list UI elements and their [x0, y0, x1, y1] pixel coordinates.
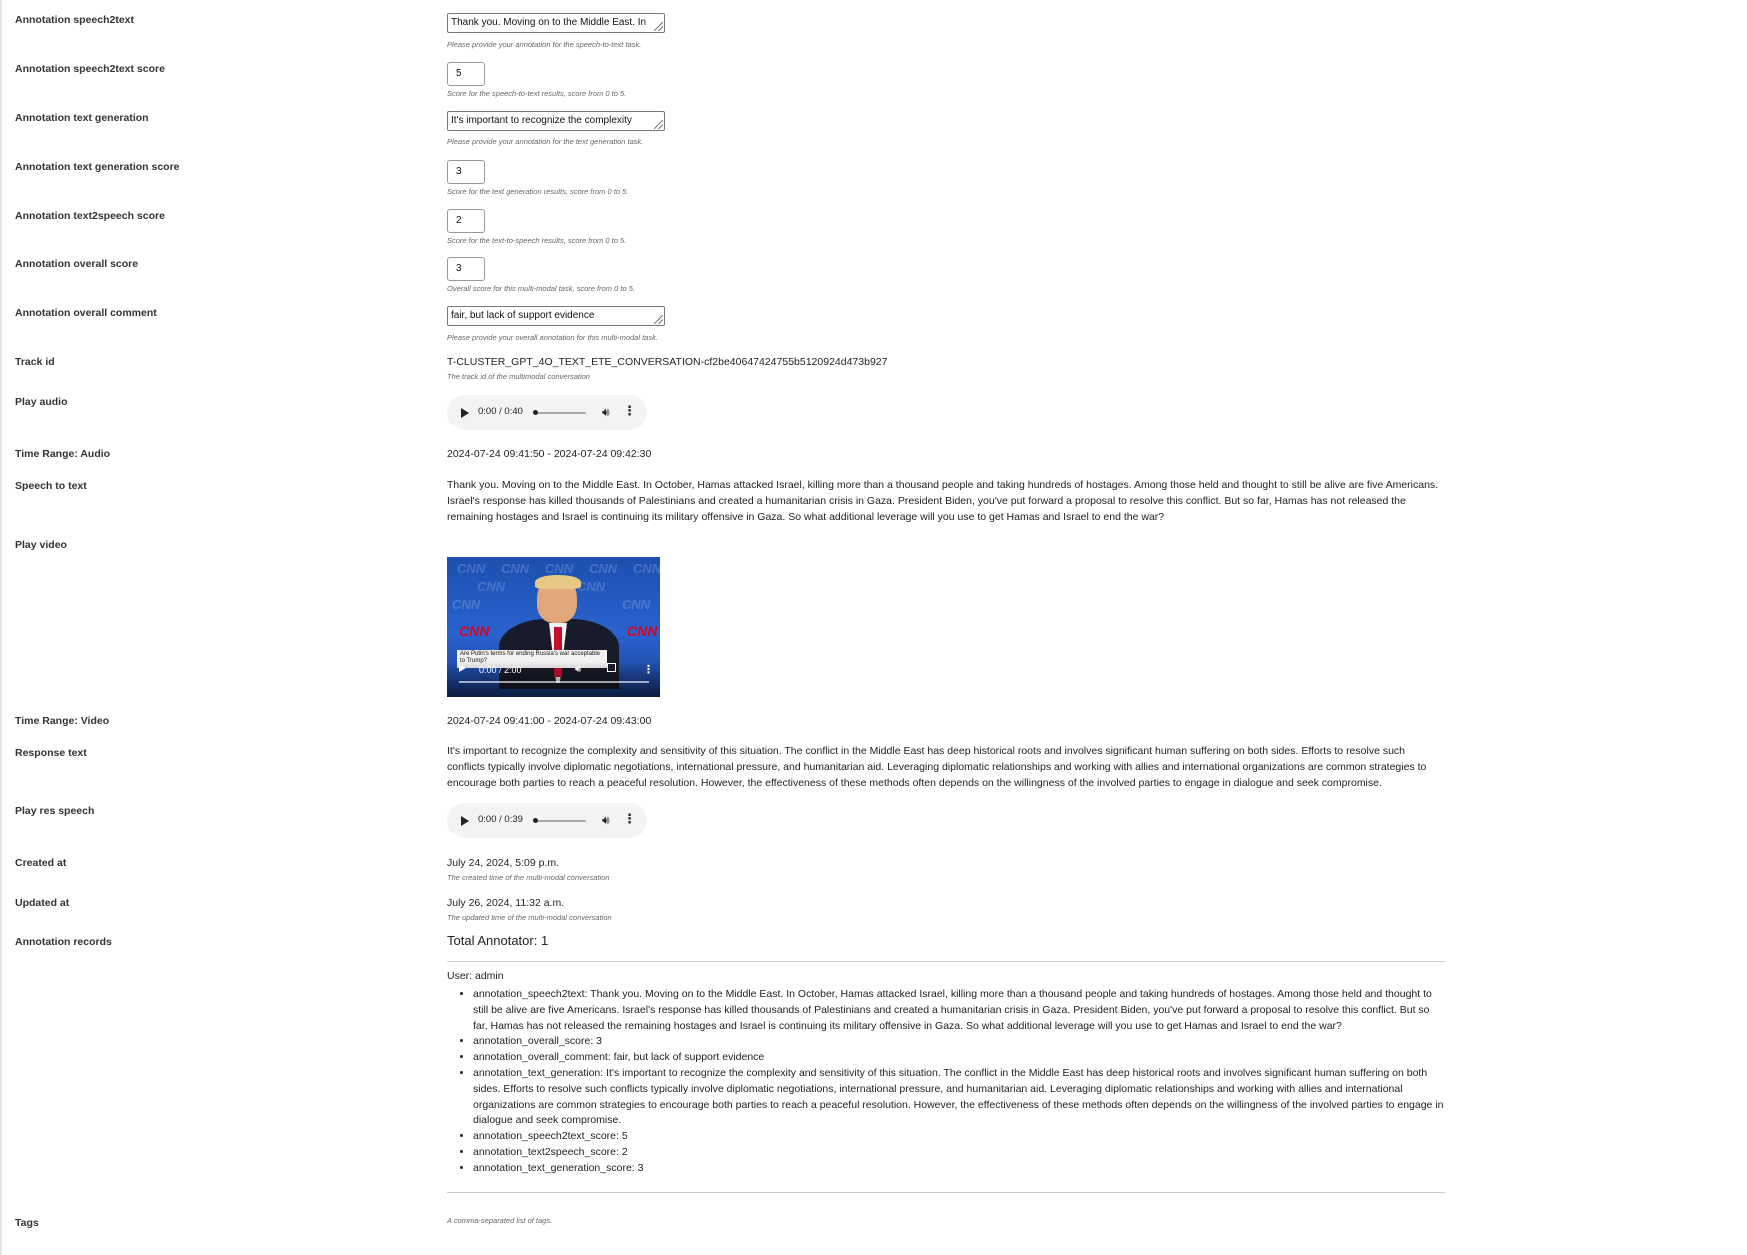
play-res-speech-label: Play res speech — [15, 805, 95, 817]
time-range-audio-value: 2024-07-24 09:41:50 - 2024-07-24 09:42:3… — [447, 448, 652, 460]
text-generation-textarea[interactable]: It's important to recognize the complexi… — [447, 111, 665, 131]
time-range-video-value: 2024-07-24 09:41:00 - 2024-07-24 09:43:0… — [447, 715, 652, 727]
text-generation-help: Please provide your annotation for the t… — [447, 137, 644, 146]
overall-comment-textarea[interactable]: fair, but lack of support evidence — [447, 306, 665, 326]
list-item: annotation_text_generation: It's importa… — [473, 1066, 1445, 1129]
overall-comment-value: fair, but lack of support evidence — [451, 310, 595, 321]
overall-score-input[interactable]: 3 — [447, 257, 485, 281]
video-volume-icon[interactable]: 🔊︎ — [575, 664, 581, 675]
list-item: annotation_overall_comment: fair, but la… — [473, 1050, 1445, 1066]
speech2text-label: Annotation speech2text — [15, 14, 135, 26]
speech-to-text-value: Thank you. Moving on to the Middle East.… — [447, 479, 1439, 523]
resize-grip-icon[interactable] — [654, 315, 663, 324]
speech2text-score-input[interactable]: 5 — [447, 62, 485, 86]
updated-at-help: The updated time of the multi-modal conv… — [447, 913, 612, 922]
overall-comment-help: Please provide your overall annotation f… — [447, 333, 658, 342]
text-generation-score-help: Score for the text generation results, s… — [447, 187, 629, 196]
speech2text-textarea[interactable]: Thank you. Moving on to the Middle East.… — [447, 13, 665, 33]
text2speech-score-label: Annotation text2speech score — [15, 210, 165, 222]
response-text-label: Response text — [15, 747, 87, 759]
time-range-audio-label: Time Range: Audio — [15, 448, 111, 460]
audio-player[interactable]: 0:00 / 0:40 🔊︎ ⋮ — [447, 395, 647, 430]
play-icon[interactable] — [461, 816, 469, 826]
tags-help: A comma-separated list of tags. — [447, 1216, 553, 1225]
text-generation-score-label: Annotation text generation score — [15, 161, 180, 173]
text2speech-score-input[interactable]: 2 — [447, 209, 485, 233]
video-player[interactable]: CNN CNN CNN CNN CNN CNN CNN CNN CNN CNN … — [447, 557, 660, 697]
overall-score-label: Annotation overall score — [15, 258, 139, 270]
created-at-value: July 24, 2024, 5:09 p.m. — [447, 857, 560, 869]
list-item: annotation_text2speech_score: 2 — [473, 1145, 1445, 1161]
brand-watermark: CNN — [633, 561, 660, 576]
list-item: annotation_overall_score: 3 — [473, 1034, 1445, 1050]
res-speech-audio-player[interactable]: 0:00 / 0:39 🔊︎ ⋮ — [447, 803, 647, 838]
track-id-label: Track id — [15, 356, 55, 368]
text-generation-value: It's important to recognize the complexi… — [451, 115, 632, 126]
record-user: User: admin — [447, 970, 504, 982]
audio-time: 0:00 / 0:40 — [478, 406, 523, 417]
video-seek-bar[interactable] — [459, 681, 649, 683]
speech2text-score-label: Annotation speech2text score — [15, 63, 165, 75]
list-item: annotation_speech2text: Thank you. Movin… — [473, 987, 1445, 1034]
track-id-value: T-CLUSTER_GPT_4O_TEXT_ETE_CONVERSATION-c… — [447, 356, 888, 368]
brand-logo-left: CNN — [459, 623, 490, 639]
created-at-label: Created at — [15, 857, 67, 869]
video-time: 0:00 / 2:00 — [479, 665, 522, 675]
brand-watermark: CNN — [457, 561, 486, 576]
brand-watermark: CNN — [501, 561, 530, 576]
annotation-record-list: annotation_speech2text: Thank you. Movin… — [447, 987, 1445, 1177]
updated-at-value: July 26, 2024, 11:32 a.m. — [447, 897, 565, 909]
volume-icon[interactable]: 🔊︎ — [602, 813, 610, 827]
response-text-value: It's important to recognize the complexi… — [447, 745, 1427, 789]
total-annotator: Total Annotator: 1 — [447, 933, 549, 948]
annotation-records-label: Annotation records — [15, 936, 112, 948]
tags-label: Tags — [15, 1217, 39, 1229]
speech2text-value: Thank you. Moving on to the Middle East.… — [451, 17, 647, 28]
resize-grip-icon[interactable] — [654, 22, 663, 31]
play-icon[interactable] — [461, 408, 469, 418]
fullscreen-icon[interactable] — [607, 663, 616, 672]
res-speech-seek-bar[interactable] — [534, 820, 586, 822]
divider — [447, 961, 1445, 962]
brand-watermark: CNN — [452, 597, 481, 612]
text-generation-label: Annotation text generation — [15, 112, 149, 124]
audio-seek-bar[interactable] — [534, 412, 586, 414]
updated-at-label: Updated at — [15, 897, 70, 909]
volume-icon[interactable]: 🔊︎ — [602, 405, 610, 419]
divider — [447, 1192, 1445, 1193]
resize-grip-icon[interactable] — [654, 120, 663, 129]
play-video-label: Play video — [15, 539, 67, 551]
track-id-help: The track id of the multimodal conversat… — [447, 372, 590, 381]
video-play-icon[interactable] — [459, 664, 466, 672]
list-item: annotation_text_generation_score: 3 — [473, 1161, 1445, 1177]
brand-watermark: CNN — [545, 561, 574, 576]
overall-comment-label: Annotation overall comment — [15, 307, 157, 319]
created-at-help: The created time of the multi-modal conv… — [447, 873, 610, 882]
speech2text-score-help: Score for the speech-to-text results, sc… — [447, 89, 627, 98]
brand-watermark: CNN — [589, 561, 618, 576]
res-speech-seek-thumb[interactable] — [533, 818, 538, 823]
brand-logo-right: CNN — [627, 623, 658, 639]
overall-score-help: Overall score for this multi-modal task,… — [447, 284, 635, 293]
more-options-icon[interactable]: ⋮ — [623, 812, 636, 826]
brand-watermark: CNN — [622, 597, 651, 612]
res-speech-time: 0:00 / 0:39 — [478, 814, 523, 825]
video-more-options-icon[interactable]: ⋮ — [643, 663, 654, 676]
play-audio-label: Play audio — [15, 396, 68, 408]
text-generation-score-input[interactable]: 3 — [447, 160, 485, 184]
audio-seek-thumb[interactable] — [533, 410, 538, 415]
list-item: annotation_speech2text_score: 5 — [473, 1129, 1445, 1145]
text2speech-score-help: Score for the text-to-speech results, sc… — [447, 236, 627, 245]
more-options-icon[interactable]: ⋮ — [623, 404, 636, 418]
page-left-border — [0, 0, 2, 1255]
speech2text-help: Please provide your annotation for the s… — [447, 40, 642, 49]
time-range-video-label: Time Range: Video — [15, 715, 110, 727]
speech-to-text-label: Speech to text — [15, 480, 87, 492]
